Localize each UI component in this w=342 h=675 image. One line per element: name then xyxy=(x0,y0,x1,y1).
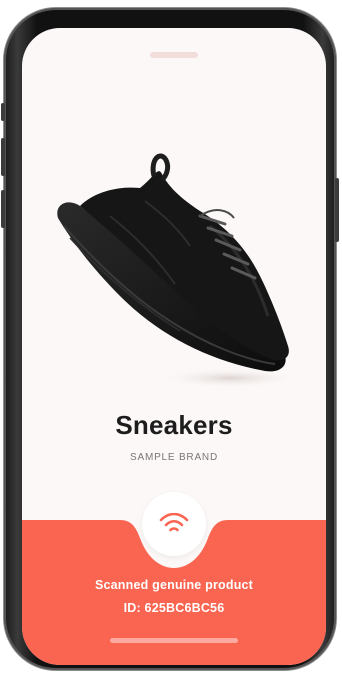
product-brand: SAMPLE BRAND xyxy=(130,452,218,463)
scan-button[interactable] xyxy=(142,492,206,556)
scan-status-text: Scanned genuine product xyxy=(94,578,254,592)
product-id-text: ID: 625BC6BC56 xyxy=(123,601,225,615)
home-indicator[interactable] xyxy=(110,638,238,643)
power-button xyxy=(335,178,339,242)
sneaker-image xyxy=(57,153,300,388)
product-title: Sneakers xyxy=(115,410,233,440)
volume-up-button xyxy=(1,138,5,176)
top-pill xyxy=(150,52,198,58)
nfc-signal-icon xyxy=(159,513,189,532)
phone-frame: Sneakers SAMPLE BRAND Scanned genuine pr… xyxy=(1,8,339,670)
silent-switch xyxy=(1,103,5,121)
app-screen: Sneakers SAMPLE BRAND Scanned genuine pr… xyxy=(22,28,326,665)
volume-down-button xyxy=(1,190,5,228)
